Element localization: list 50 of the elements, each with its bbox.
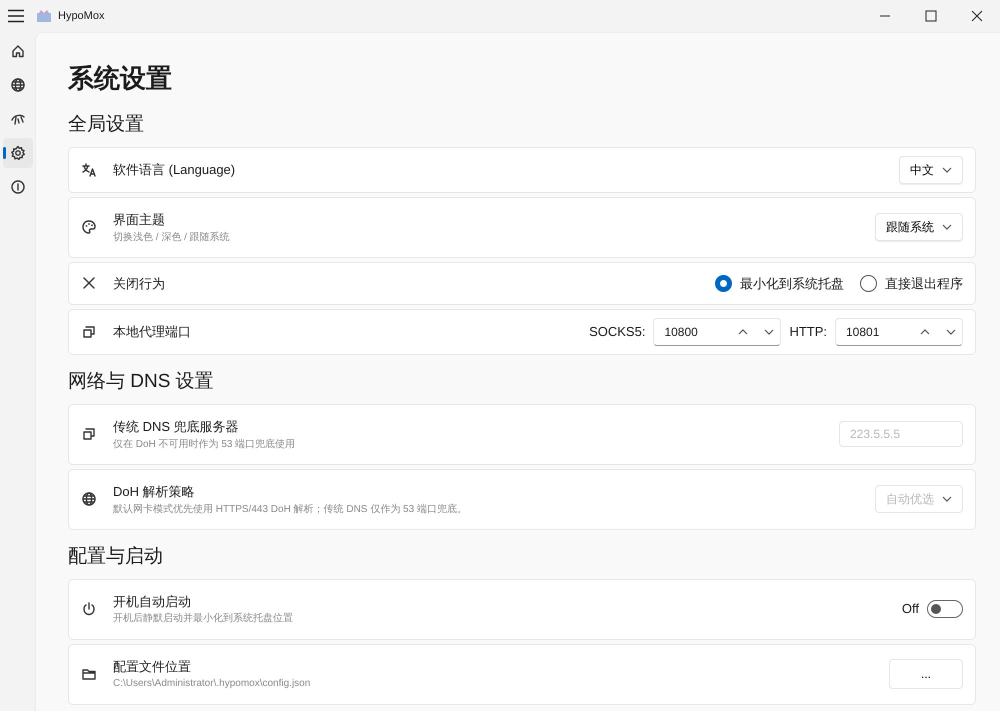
setting-description: 默认网卡模式优先使用 HTTPS/443 DoH 解析；传统 DNS 仅作为 53 端口兜底。 <box>113 502 467 517</box>
setting-description: 仅在 DoH 不可用时作为 53 端口兜底使用 <box>113 438 296 452</box>
browse-button[interactable]: ... <box>889 659 963 690</box>
section-title: 网络与 DNS 设置 <box>68 370 215 394</box>
setting-label: 配置文件位置 <box>113 658 192 676</box>
chevron-down-icon <box>942 166 952 173</box>
globe-icon <box>81 491 97 508</box>
menu-icon[interactable] <box>7 9 25 23</box>
setting-description: 开机后静默启动并最小化到系统托盘位置 <box>113 612 293 626</box>
settings-icon <box>10 145 26 161</box>
setting-label: 本地代理端口 <box>113 323 191 342</box>
toggle-switch[interactable] <box>927 600 963 618</box>
app-logo-icon <box>36 9 52 23</box>
nav-item[interactable] <box>2 138 32 168</box>
setting-label: 软件语言 (Language) <box>113 161 236 180</box>
translate-icon <box>81 162 97 178</box>
number-field[interactable]: 10801 <box>835 318 963 346</box>
toggle-state: Off <box>902 600 919 618</box>
port-label: HTTP: <box>789 323 827 342</box>
home-icon <box>10 43 26 59</box>
setting-label: DoH 解析策略 <box>113 483 196 502</box>
window-title: HypoMox <box>58 8 104 24</box>
setting-description: C:\Users\Administrator\.hypomox\config.json <box>113 677 310 692</box>
window-icon <box>81 426 97 442</box>
chevron-down-icon <box>946 328 956 335</box>
setting-label: 关闭行为 <box>113 274 165 293</box>
setting-description: 切换浅色 / 深色 / 跟随系统 <box>113 230 230 245</box>
chevron-up-icon <box>738 328 748 335</box>
page-title: 系统设置 <box>68 63 173 94</box>
chevron-down-icon <box>942 224 952 230</box>
info-icon <box>10 179 26 195</box>
radio-option[interactable]: 最小化到系统托盘 <box>715 274 844 294</box>
globe-icon <box>10 77 26 93</box>
port-label: SOCKS5: <box>589 323 646 342</box>
chevron-down-icon <box>942 496 952 502</box>
chevron-up-icon <box>920 328 930 335</box>
section-title: 配置与启动 <box>68 546 164 569</box>
dropdown[interactable]: 中文 <box>899 156 963 184</box>
setting-label: 界面主题 <box>113 211 166 230</box>
window-icon <box>81 324 97 340</box>
number-field[interactable]: 10800 <box>653 318 782 346</box>
section-title: 全局设置 <box>68 114 145 137</box>
power-icon <box>81 601 97 618</box>
radio-option[interactable]: 直接退出程序 <box>860 274 963 294</box>
chevron-down-icon <box>764 328 774 335</box>
setting-label: 传统 DNS 兜底服务器 <box>113 418 240 436</box>
dropdown[interactable]: 跟随系统 <box>875 213 963 242</box>
palette-icon <box>81 219 97 236</box>
setting-label: 开机自动启动 <box>113 592 192 611</box>
close-icon <box>81 275 97 292</box>
